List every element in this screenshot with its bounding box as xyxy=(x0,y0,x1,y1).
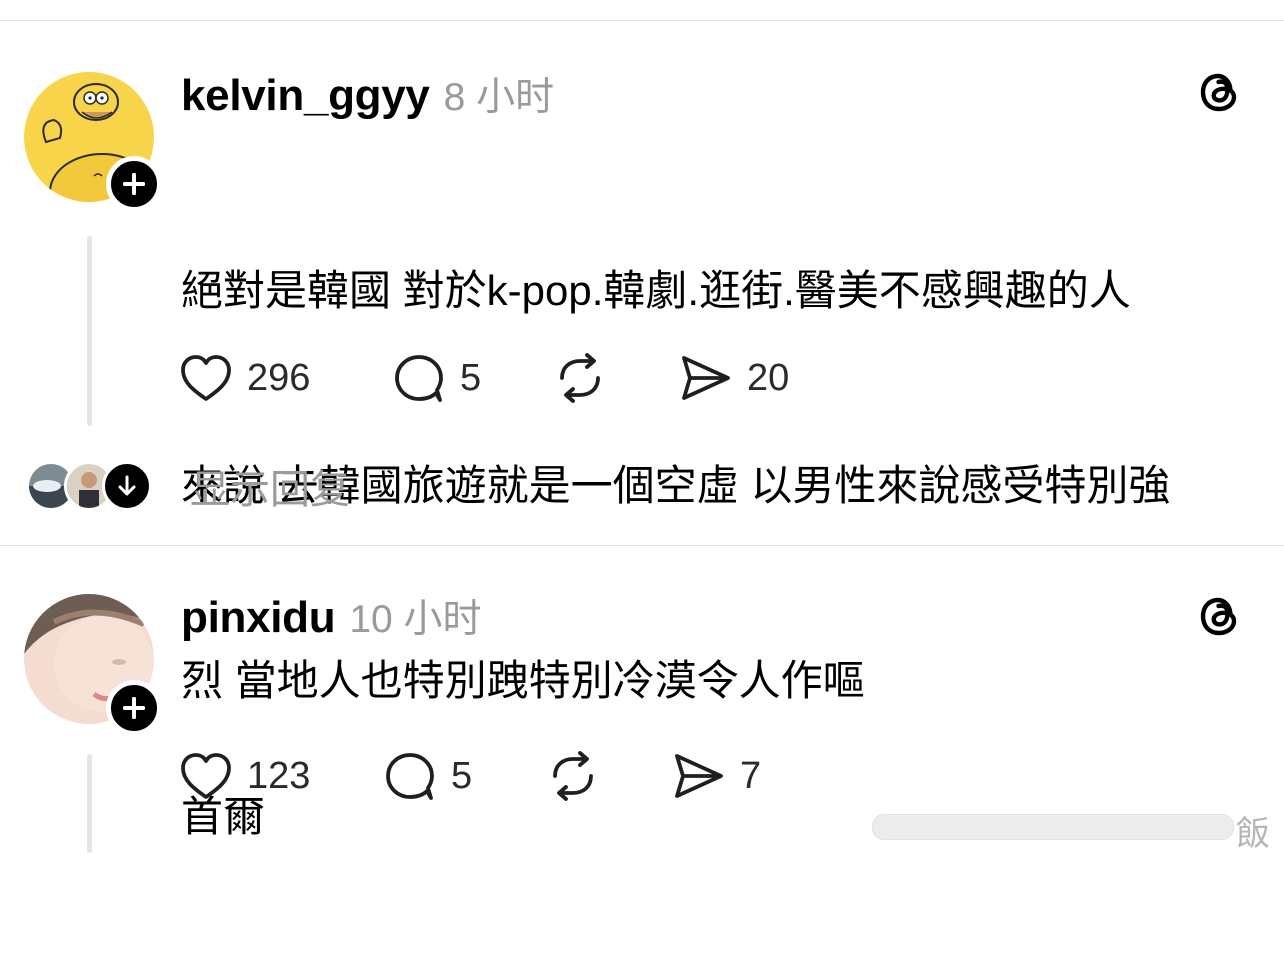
post-header: kelvin_ggyy 8 小时 xyxy=(181,66,554,120)
share-button[interactable]: 7 xyxy=(672,748,761,804)
watermark: 飯 xyxy=(872,806,1284,853)
threads-logo-icon[interactable] xyxy=(1196,68,1244,116)
repost-icon xyxy=(553,751,593,801)
like-button[interactable]: 296 xyxy=(179,350,310,406)
comment-button[interactable]: 5 xyxy=(392,350,481,406)
like-count: 296 xyxy=(247,356,311,399)
comment-count: 5 xyxy=(451,754,473,797)
comment-button[interactable]: 5 xyxy=(383,748,472,804)
watermark-bar xyxy=(872,814,1234,840)
repost-icon xyxy=(560,353,600,403)
thread-line xyxy=(87,754,92,853)
share-count: 7 xyxy=(740,754,762,797)
threads-logo-icon[interactable] xyxy=(1196,592,1244,640)
expand-replies-button[interactable] xyxy=(102,461,152,511)
plus-icon xyxy=(123,697,145,719)
share-count: 20 xyxy=(747,356,790,399)
heart-icon xyxy=(181,753,231,799)
show-replies-link[interactable]: 显示回复 xyxy=(190,457,350,515)
follow-button[interactable] xyxy=(106,680,162,736)
like-count: 123 xyxy=(247,754,311,797)
comment-bubble-icon xyxy=(386,753,434,800)
plus-icon xyxy=(123,173,145,195)
replies-row: 显示回复 xyxy=(24,461,624,517)
post-text-line: 絕對是韓國 對於k-pop.韓劇.逛街.醫美不感興趣的人 xyxy=(181,267,1131,314)
repost-button[interactable] xyxy=(553,350,607,406)
timestamp: 8 小时 xyxy=(443,76,555,119)
send-icon xyxy=(675,754,723,798)
follow-button[interactable] xyxy=(106,156,162,212)
username[interactable]: pinxidu xyxy=(181,593,336,643)
timestamp: 10 小时 xyxy=(349,598,482,641)
comment-bubble-icon xyxy=(395,355,443,402)
share-button[interactable]: 20 xyxy=(679,350,789,406)
like-button[interactable]: 123 xyxy=(179,748,310,804)
arrow-down-icon xyxy=(118,475,136,496)
username[interactable]: kelvin_ggyy xyxy=(181,71,430,121)
send-icon xyxy=(682,356,730,400)
repost-button[interactable] xyxy=(546,748,600,804)
post-header: pinxidu 10 小时 xyxy=(181,588,482,642)
post-1: kelvin_ggyy 8 小时 絕對是韓國 對於k-pop.韓劇.逛街.醫美不… xyxy=(0,0,1284,704)
heart-icon xyxy=(181,355,231,401)
comment-count: 5 xyxy=(460,356,482,399)
watermark-text: 飯 xyxy=(1236,815,1270,853)
thread-line xyxy=(87,236,92,426)
